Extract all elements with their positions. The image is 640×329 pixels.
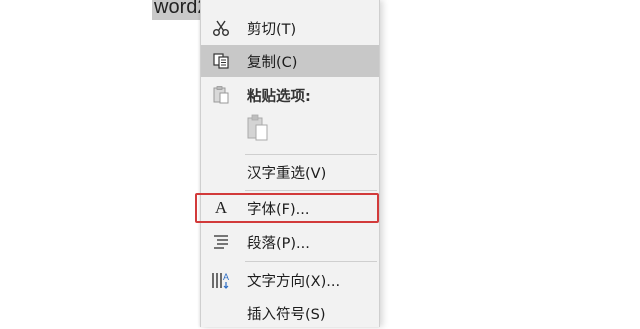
menu-item-label: 复制(C) [247,54,298,71]
paste-keep-format-icon [246,113,270,147]
menu-item-label: 插入符号(S) [247,306,326,323]
menu-item-text-direction[interactable]: A 文字方向(X)... [201,264,379,296]
menu-item-label: 汉字重选(V) [247,165,327,182]
copy-icon [201,45,241,77]
menu-item-label: 段落(P)... [247,235,310,252]
context-menu: 剪切(T) 复制(C) 粘贴选项: 汉字重选(V) A 字体(F)... 段落(… [200,0,380,327]
menu-item-cut[interactable]: 剪切(T) [201,12,379,44]
menu-item-label: 文字方向(X)... [247,273,341,290]
menu-separator [245,190,377,191]
svg-text:A: A [223,272,229,282]
paste-keep-format-button[interactable] [245,113,271,147]
clipboard-icon [201,79,241,111]
menu-item-hanzi-reselect[interactable]: 汉字重选(V) [201,156,379,188]
menu-header-paste-options: 粘贴选项: [201,79,379,111]
scissors-icon [201,12,241,44]
menu-separator [245,261,377,262]
menu-separator [245,154,377,155]
menu-item-label: 剪切(T) [247,21,297,38]
menu-item-label: 粘贴选项: [247,88,311,105]
paragraph-icon [201,226,241,258]
menu-item-insert-symbol[interactable]: 插入符号(S) [201,297,379,329]
text-direction-icon: A [201,264,241,296]
font-item-highlight-box [195,193,379,223]
menu-item-copy[interactable]: 复制(C) [201,45,379,77]
menu-item-paragraph[interactable]: 段落(P)... [201,226,379,258]
